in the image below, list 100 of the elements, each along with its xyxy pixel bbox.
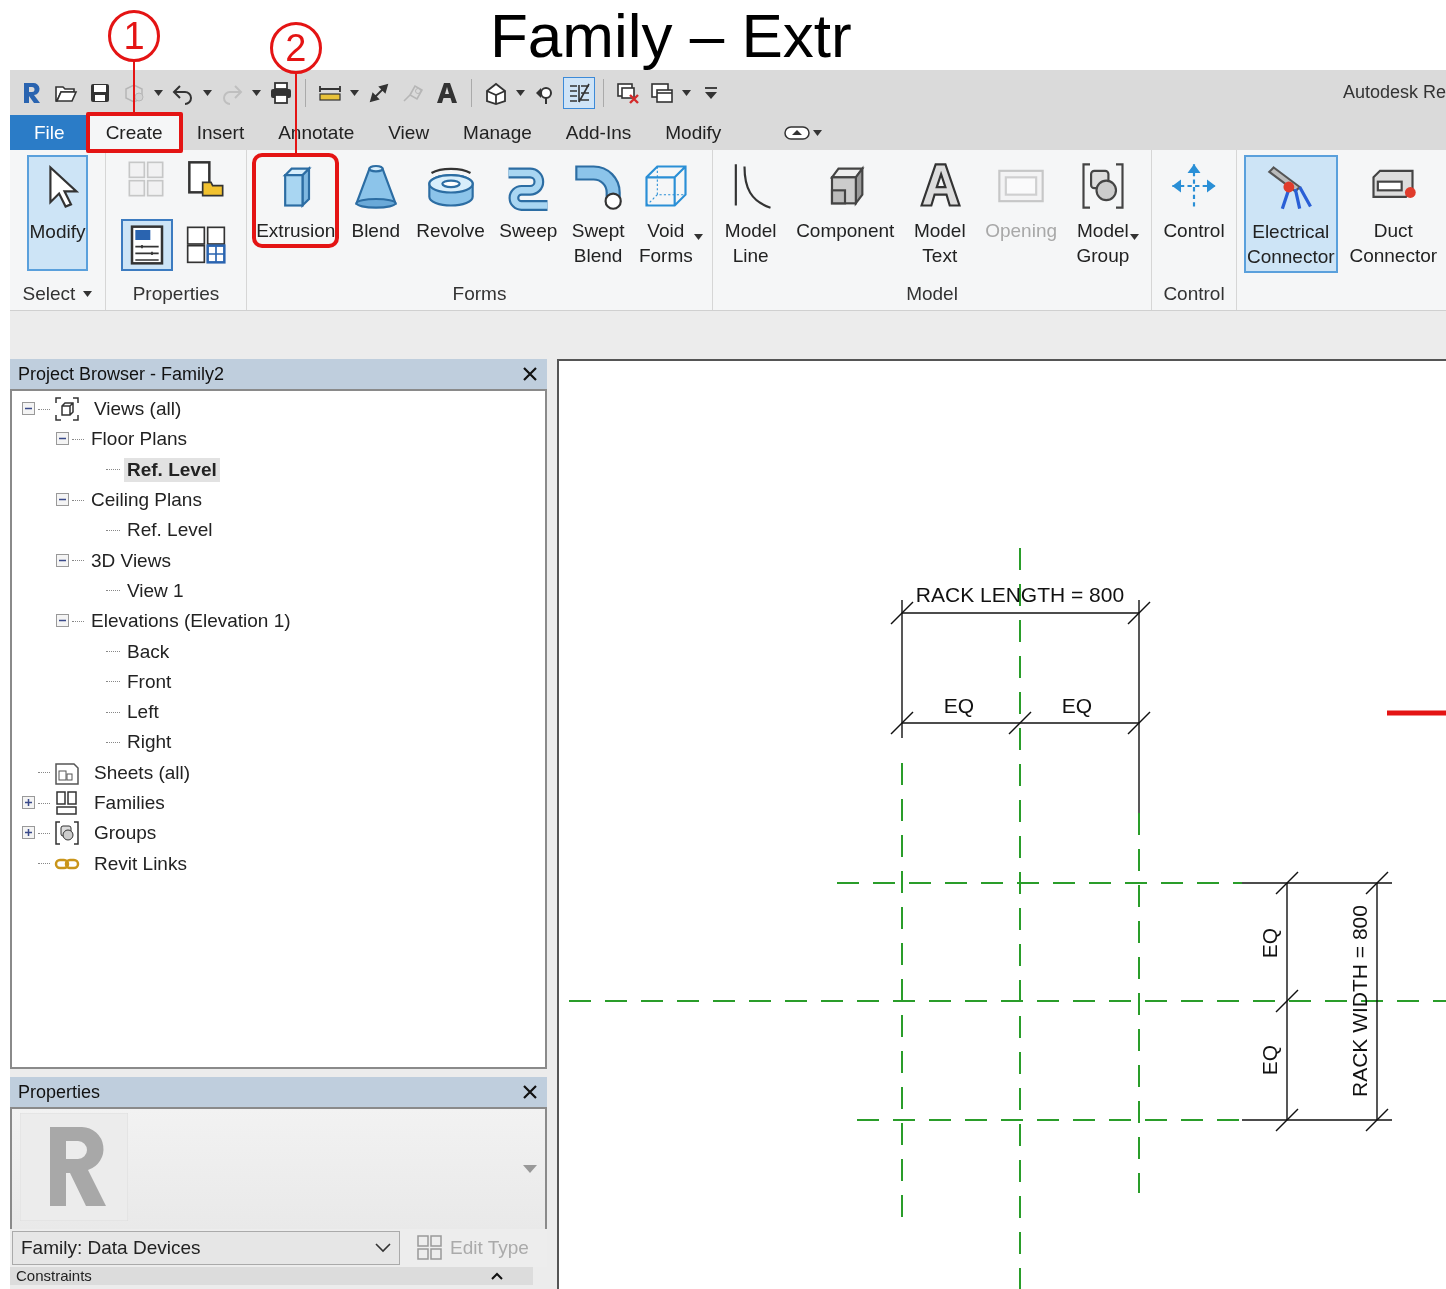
collapse-icon [491, 1272, 503, 1280]
collapse-toggle[interactable] [56, 553, 70, 568]
ribbon-tab[interactable]: Manage [446, 115, 549, 150]
minus-icon [56, 432, 69, 446]
category-row[interactable]: Constraints [10, 1267, 533, 1285]
ribbon-button[interactable]: Electrical Connector [1243, 155, 1338, 273]
ribbon-button[interactable]: Model Group [1074, 155, 1142, 271]
slide-title: Family – Extr [490, 2, 852, 70]
minus-icon [56, 553, 69, 567]
caret-icon [252, 89, 261, 96]
caret-icon [154, 89, 163, 96]
dropdown-arrow[interactable] [83, 291, 93, 297]
step-number: 2 [269, 22, 322, 74]
tree-item[interactable]: Groups [91, 821, 160, 846]
ribbon-button[interactable]: Void Forms [636, 155, 705, 271]
caret-icon [516, 89, 525, 96]
close-button[interactable] [521, 365, 539, 383]
eq-label: EQ [943, 694, 975, 717]
family-types-icon [126, 159, 166, 199]
caret-icon [350, 89, 359, 96]
ribbon-button[interactable]: Control [1161, 155, 1227, 246]
ribbon-button[interactable]: Component [794, 155, 897, 246]
ribbon-button[interactable]: Swept Blend [569, 155, 627, 271]
tree-item[interactable]: Sheets (all) [91, 760, 194, 785]
printer-icon [269, 80, 293, 105]
marker-line [1387, 710, 1446, 716]
switch-windows-icon [650, 80, 674, 105]
tree-item[interactable]: Views (all) [91, 397, 185, 422]
dimension-line[interactable] [1365, 871, 1389, 1132]
category-label: Constraints [16, 1267, 92, 1285]
panel-title: Model [906, 283, 958, 305]
thin-lines-tool[interactable] [563, 76, 595, 109]
ribbon-button[interactable]: Revolve [414, 155, 487, 246]
dropdown-arrow[interactable] [514, 87, 527, 98]
dropdown-arrow[interactable] [348, 87, 361, 98]
close-icon [523, 1085, 537, 1099]
ribbon-tab[interactable]: Modify [648, 115, 739, 150]
tree-item[interactable]: Front [124, 669, 175, 694]
eq-label: EQ [1061, 694, 1093, 717]
tree-item[interactable]: Ceiling Plans [88, 488, 205, 513]
close-icon [523, 367, 537, 381]
group-icon [54, 820, 80, 847]
panel-title: Properties [18, 1081, 101, 1103]
house-icon [484, 80, 508, 105]
tree-item[interactable]: Left [124, 700, 162, 725]
properties-button[interactable] [121, 219, 173, 271]
dropdown-arrow-icon [523, 1165, 537, 1173]
tree-item[interactable]: Back [124, 639, 173, 664]
views-icon [54, 396, 80, 423]
tree-item[interactable]: Right [124, 730, 175, 755]
expand-toggle[interactable] [22, 796, 36, 810]
tree-item[interactable]: Revit Links [91, 851, 190, 876]
tree-item[interactable]: Ref. Level [124, 518, 216, 543]
expand-toggle[interactable] [22, 826, 36, 841]
plus-icon [22, 796, 35, 809]
ribbon-button[interactable]: Sweep [497, 155, 560, 246]
tree-item[interactable]: Families [91, 791, 168, 815]
panel-title: Project Browser - Family2 [18, 363, 225, 385]
type-properties-icon [416, 1234, 444, 1262]
caret-icon [682, 89, 691, 96]
eq-label: EQ [1258, 927, 1281, 959]
dropdown-arrow[interactable] [201, 87, 214, 98]
tree-item[interactable]: View 1 [124, 578, 187, 603]
collapse-toggle[interactable] [56, 493, 70, 508]
tree-item[interactable]: Floor Plans [88, 427, 191, 452]
type-properties-icon [186, 224, 226, 264]
ribbon-tab[interactable]: Add-Ins [548, 115, 649, 150]
dimension-line[interactable] [890, 601, 1151, 625]
ribbon-button[interactable]: Model Line [722, 155, 779, 271]
file-tab[interactable]: File [10, 115, 89, 150]
tree-item[interactable]: Ref. Level [124, 457, 220, 482]
dimension-value: RACK WIDTH = 800 [1348, 905, 1371, 1097]
panel-title: Control [1163, 283, 1225, 305]
eq-label: EQ [1258, 1044, 1281, 1076]
ribbon-button[interactable]: Modify [26, 155, 89, 271]
collapse-toggle[interactable] [22, 402, 36, 417]
panel-title: Forms [452, 283, 507, 305]
families-icon [54, 790, 80, 816]
caret-icon [83, 291, 93, 297]
tree-item[interactable]: Elevations (Elevation 1) [88, 609, 294, 634]
close-button[interactable] [521, 1083, 539, 1101]
caret-icon [203, 89, 212, 96]
ribbon-tab[interactable]: View [371, 115, 447, 150]
leader-line [133, 62, 136, 112]
collapse-toggle[interactable] [56, 614, 70, 629]
ribbon-button[interactable]: Duct Connector [1347, 155, 1440, 271]
category-folder-icon [186, 159, 226, 199]
type-selector[interactable]: Family: Data Devices [12, 1231, 400, 1265]
minus-icon [56, 493, 69, 507]
caret-icon [813, 129, 823, 136]
ribbon-button[interactable]: Extrusion [254, 155, 338, 246]
tree-item[interactable]: 3D Views [88, 548, 174, 573]
rounded-caret-icon [784, 125, 811, 140]
dropdown-arrow[interactable] [680, 87, 693, 98]
ribbon-button[interactable]: Model Text [911, 155, 968, 271]
plus-icon [22, 826, 35, 840]
ribbon-tab[interactable]: Insert [179, 115, 262, 150]
ribbon-button[interactable]: Blend [347, 155, 404, 246]
collapse-toggle[interactable] [56, 432, 70, 447]
panel-title: Select [22, 283, 76, 305]
